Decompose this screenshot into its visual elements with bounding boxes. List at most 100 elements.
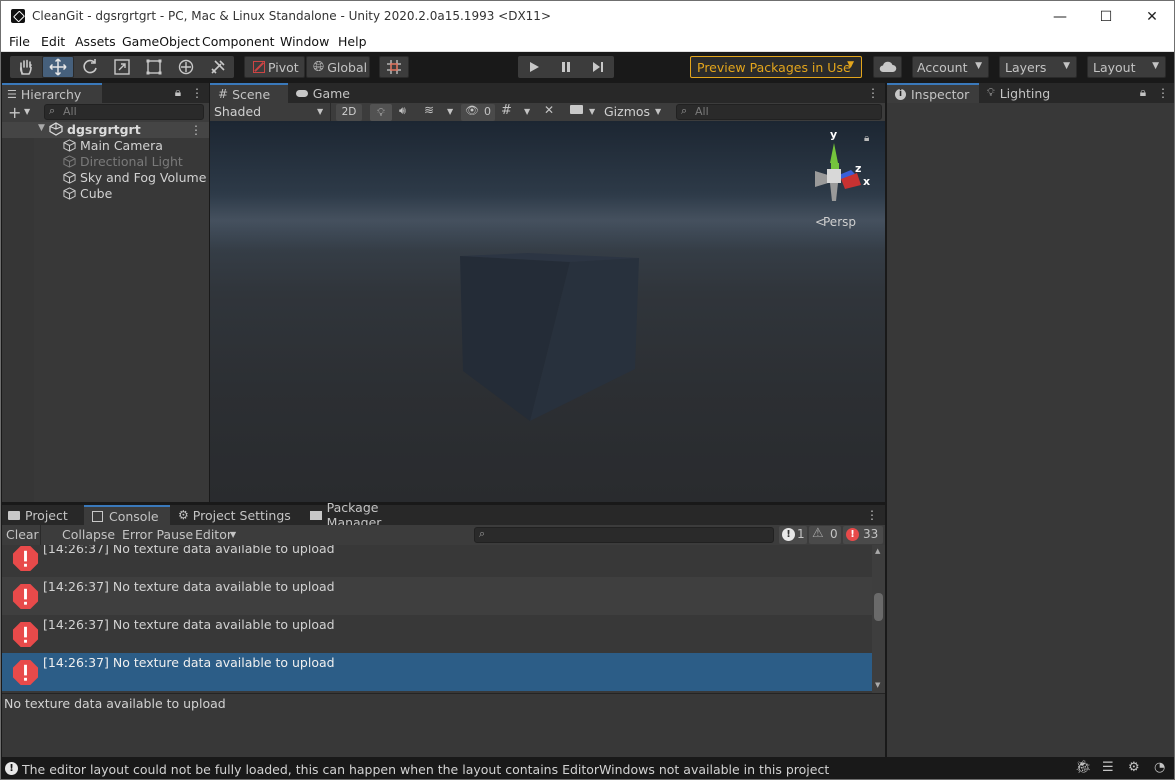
custom-tools-icon[interactable] <box>202 56 234 78</box>
menu-help[interactable]: Help <box>338 34 367 49</box>
kebab-menu-icon[interactable]: ⋮ <box>1157 86 1169 100</box>
tab-package-manager[interactable]: Package Manager <box>302 500 442 530</box>
shading-mode-dropdown[interactable]: Shaded ▼ <box>210 103 331 122</box>
effects-icon[interactable]: ≋ <box>424 103 434 117</box>
kebab-menu-icon[interactable]: ⋮ <box>190 123 202 137</box>
tab-project[interactable]: Project <box>2 505 82 525</box>
error-count-toggle[interactable]: ! 33 <box>843 526 883 544</box>
scene-visibility-toggle[interactable]: 👁︎ 0 <box>461 104 495 121</box>
debug-bug-icon[interactable]: 🐞︎ <box>1075 760 1092 775</box>
move-tool-icon[interactable] <box>42 56 74 78</box>
grid-snap-icon[interactable] <box>379 56 409 78</box>
chevron-down-icon[interactable]: ▼ <box>524 107 530 116</box>
play-button-icon[interactable] <box>518 56 550 78</box>
hierarchy-item-label: Directional Light <box>80 154 183 169</box>
cube-mesh[interactable] <box>460 253 639 421</box>
console-search-input[interactable] <box>474 527 774 543</box>
scroll-thumb[interactable] <box>874 593 883 621</box>
hierarchy-item-sky-fog[interactable]: Sky and Fog Volume <box>2 170 209 186</box>
hand-tool-icon[interactable] <box>10 56 42 78</box>
rect-tool-icon[interactable] <box>138 56 170 78</box>
database-icon[interactable]: ☰ <box>1102 760 1114 775</box>
error-pause-button[interactable]: Error Pause <box>122 527 193 542</box>
account-label: Account <box>917 59 968 75</box>
layout-dropdown[interactable]: Layout ▼ <box>1087 56 1166 78</box>
preview-packages-dropdown[interactable]: Preview Packages in Use ▼ <box>690 56 862 78</box>
menu-gameobject[interactable]: GameObject <box>122 34 200 49</box>
scroll-down-icon[interactable]: ▼ <box>875 681 880 689</box>
tab-inspector[interactable]: i Inspector <box>887 83 979 103</box>
unity-editor-window: CleanGit - dgsrgrtgrt - PC, Mac & Linux … <box>0 0 1175 780</box>
grid-visibility-icon[interactable]: # <box>501 103 512 118</box>
step-button-icon[interactable] <box>582 56 614 78</box>
scene-tabbar: # Scene Game ⋮ <box>210 83 885 103</box>
orientation-gizmo[interactable]: y z x < Persp <box>799 128 870 229</box>
chevron-down-icon[interactable]: ▼ <box>24 107 30 116</box>
maximize-button[interactable]: ☐ <box>1083 1 1129 32</box>
close-button[interactable]: ✕ <box>1129 1 1174 32</box>
create-plus-icon[interactable]: + <box>8 103 21 122</box>
hierarchy-item-cube[interactable]: Cube <box>2 186 209 202</box>
tab-lighting[interactable]: 💡︎ Lighting <box>979 83 1065 103</box>
window-title: CleanGit - dgsrgrtgrt - PC, Mac & Linux … <box>32 9 551 23</box>
scene-search-input[interactable]: All <box>676 104 882 120</box>
expand-arrow-icon[interactable]: ▼ <box>38 123 45 133</box>
kebab-menu-icon[interactable]: ⋮ <box>866 508 878 522</box>
splitter[interactable] <box>2 693 885 694</box>
tab-console[interactable]: Console <box>84 505 170 525</box>
scene-root-row[interactable]: ▼ dgsrgrtgrt ⋮ <box>2 122 209 138</box>
kebab-menu-icon[interactable]: ⋮ <box>191 86 203 100</box>
pivot-toggle[interactable]: Pivot <box>244 56 305 78</box>
menu-assets[interactable]: Assets <box>75 34 116 49</box>
minimize-button[interactable]: — <box>1037 1 1083 32</box>
log-row[interactable]: [14:26:37] No texture data available to … <box>2 545 872 577</box>
auto-refresh-icon[interactable]: ◔ <box>1154 760 1165 775</box>
chevron-down-icon[interactable]: ▼ <box>230 530 236 539</box>
menu-component[interactable]: Component <box>202 34 275 49</box>
scroll-up-icon[interactable]: ▲ <box>875 547 880 555</box>
tab-scene[interactable]: # Scene <box>210 83 288 103</box>
hierarchy-item-directional-light[interactable]: Directional Light <box>2 154 209 170</box>
tools-icon[interactable]: ✕ <box>544 103 554 117</box>
menu-file[interactable]: File <box>9 34 30 49</box>
log-row[interactable]: [14:26:37] No texture data available to … <box>2 577 872 615</box>
log-row-selected[interactable]: [14:26:37] No texture data available to … <box>2 653 872 691</box>
info-count-toggle[interactable]: ! 1 <box>779 526 807 544</box>
menu-window[interactable]: Window <box>280 34 329 49</box>
hierarchy-item-main-camera[interactable]: Main Camera <box>2 138 209 154</box>
menu-edit[interactable]: Edit <box>41 34 65 49</box>
gizmos-dropdown[interactable]: Gizmos ▼ <box>600 103 667 122</box>
chevron-down-icon[interactable]: ▼ <box>447 107 453 116</box>
editor-dropdown[interactable]: Editor <box>195 527 232 542</box>
log-message: [14:26:37] No texture data available to … <box>43 545 335 556</box>
hierarchy-search-input[interactable]: All <box>44 104 204 120</box>
tab-hierarchy[interactable]: ☰ Hierarchy <box>2 83 102 103</box>
transform-tool-icon[interactable] <box>170 56 202 78</box>
cloud-icon[interactable] <box>873 56 902 78</box>
lock-icon[interactable]: 🔒︎ <box>864 133 869 144</box>
kebab-menu-icon[interactable]: ⋮ <box>867 86 879 100</box>
collab-icon[interactable]: ⚙︎ <box>1128 760 1140 775</box>
scene-viewport[interactable]: y z x < Persp 🔒︎ <box>210 121 885 502</box>
global-toggle[interactable]: 🌐︎ Global <box>306 56 370 78</box>
chevron-down-icon[interactable]: ▼ <box>589 107 595 116</box>
lock-icon[interactable]: 🔒︎ <box>1137 85 1149 99</box>
collapse-button[interactable]: Collapse <box>62 527 115 542</box>
account-dropdown[interactable]: Account ▼ <box>912 56 989 78</box>
tab-game[interactable]: Game <box>288 83 358 103</box>
clear-button[interactable]: Clear <box>6 527 39 542</box>
lock-icon[interactable]: 🔒︎ <box>172 85 184 99</box>
layers-dropdown[interactable]: Layers ▼ <box>999 56 1077 78</box>
audio-toggle-icon[interactable]: 🔊︎ <box>399 104 406 118</box>
lighting-toggle-icon[interactable]: 💡︎ <box>370 104 392 121</box>
rotate-tool-icon[interactable] <box>74 56 106 78</box>
pause-button-icon[interactable] <box>550 56 582 78</box>
log-row[interactable]: [14:26:37] No texture data available to … <box>2 615 872 653</box>
layers-label: Layers <box>1005 59 1047 75</box>
camera-settings-icon[interactable] <box>570 105 583 114</box>
2d-toggle[interactable]: 2D <box>336 104 362 121</box>
tab-project-settings[interactable]: ⚙︎ Project Settings <box>170 505 300 525</box>
warning-count-toggle[interactable]: ⚠︎ 0 <box>809 526 841 544</box>
scale-tool-icon[interactable] <box>106 56 138 78</box>
console-scrollbar[interactable]: ▲ ▼ <box>872 545 885 693</box>
